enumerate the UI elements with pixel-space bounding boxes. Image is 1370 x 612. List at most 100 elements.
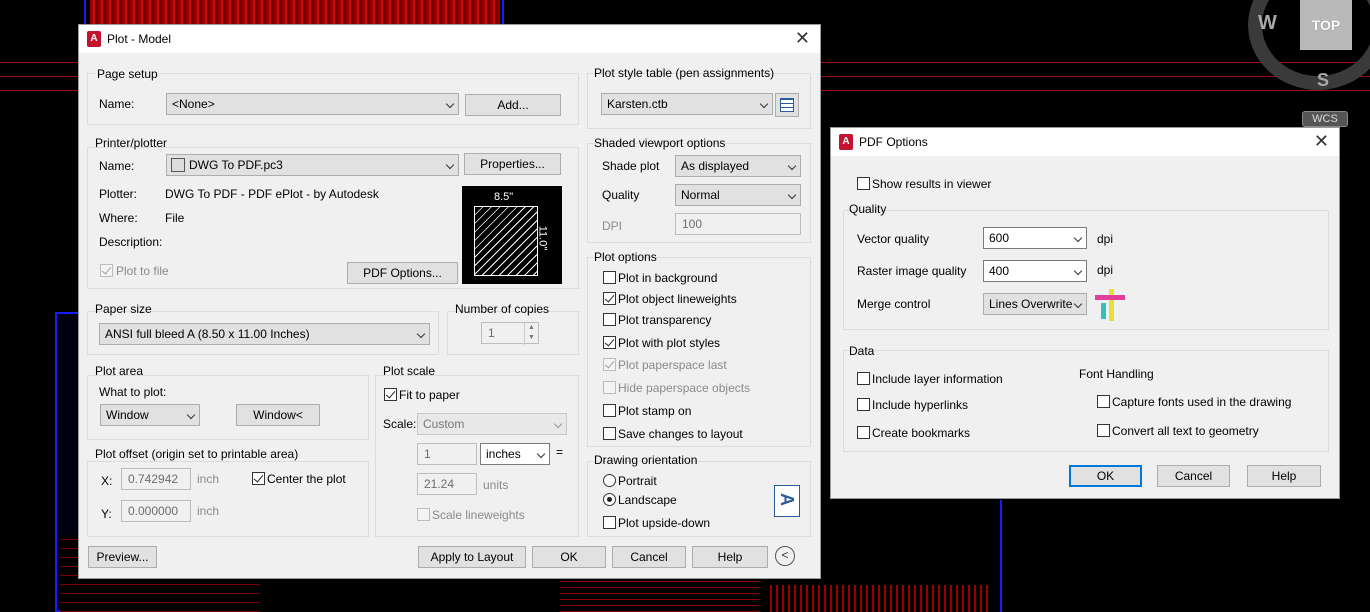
plot-options-group — [587, 257, 811, 447]
dpi-value: 100 — [682, 217, 703, 231]
save-changes-checkbox[interactable] — [603, 427, 616, 440]
wcs-menu[interactable]: WCS — [1302, 111, 1348, 127]
plotter-value: DWG To PDF - PDF ePlot - by Autodesk — [165, 187, 379, 201]
shade-plot-dropdown[interactable]: As displayed — [675, 155, 801, 177]
hide-paperspace-label: Hide paperspace objects — [618, 381, 751, 395]
offset-x-input[interactable]: 0.742942 — [121, 468, 191, 490]
printer-label: Printer/plotter — [95, 136, 168, 150]
pdf-dialog-title: PDF Options — [859, 135, 928, 149]
scale-lineweights-label: Scale lineweights — [432, 508, 525, 522]
window-pick-button[interactable]: Window< — [236, 404, 320, 426]
pdf-options-button[interactable]: PDF Options... — [347, 262, 458, 284]
chevron-down-icon — [1073, 266, 1083, 276]
plot-transparency-checkbox[interactable] — [603, 313, 616, 326]
chevron-down-icon — [787, 190, 797, 200]
plot-styles-label: Plot with plot styles — [618, 336, 721, 350]
printer-name-value: DWG To PDF.pc3 — [189, 158, 283, 172]
pdf-cancel-button[interactable]: Cancel — [1157, 465, 1230, 487]
viewcube-west-label[interactable]: W — [1258, 12, 1277, 35]
page-setup-name-dropdown[interactable]: <None> — [166, 93, 459, 115]
paper-size-dropdown[interactable]: ANSI full bleed A (8.50 x 11.00 Inches) — [99, 323, 430, 345]
less-options-button[interactable]: < — [775, 546, 795, 566]
edit-plot-style-button[interactable] — [775, 93, 799, 117]
pdf-help-button[interactable]: Help — [1247, 465, 1321, 487]
offset-y-unit: inch — [197, 504, 220, 518]
plot-background-checkbox[interactable] — [603, 271, 616, 284]
fit-to-paper-checkbox[interactable] — [384, 388, 397, 401]
offset-y-input[interactable]: 0.000000 — [121, 500, 191, 522]
plot-style-label: Plot style table (pen assignments) — [594, 66, 775, 80]
plot-styles-checkbox[interactable] — [603, 336, 616, 349]
autocad-app-icon: A — [87, 31, 101, 47]
plot-cancel-button[interactable]: Cancel — [612, 546, 686, 568]
scale-numerator-input[interactable]: 1 — [417, 443, 477, 465]
close-icon[interactable]: ✕ — [795, 29, 810, 47]
capture-fonts-checkbox[interactable] — [1097, 395, 1110, 408]
scale-denominator-unit: units — [483, 478, 509, 492]
pdf-quality-label: Quality — [849, 202, 887, 216]
plot-style-dropdown[interactable]: Karsten.ctb — [601, 93, 773, 115]
raster-quality-value: 400 — [989, 264, 1010, 278]
quality-dropdown[interactable]: Normal — [675, 184, 801, 206]
convert-text-label: Convert all text to geometry — [1112, 424, 1259, 438]
scale-denominator-input[interactable]: 21.24 — [417, 473, 477, 495]
autocad-app-icon: A — [839, 134, 853, 150]
where-value: File — [165, 211, 185, 225]
raster-quality-dropdown[interactable]: 400 — [983, 260, 1087, 282]
preview-button[interactable]: Preview... — [88, 546, 157, 568]
include-layer-checkbox[interactable] — [857, 372, 870, 385]
add-page-setup-button[interactable]: Add... — [465, 94, 561, 116]
capture-fonts-label: Capture fonts used in the drawing — [1112, 395, 1292, 409]
copies-input[interactable]: 1 ▲ ▼ — [481, 322, 539, 345]
offset-x-label: X: — [101, 474, 113, 488]
what-to-plot-dropdown[interactable]: Window — [100, 404, 200, 426]
vector-quality-label: Vector quality — [857, 232, 930, 246]
create-bookmarks-checkbox[interactable] — [857, 426, 870, 439]
plot-to-file-checkbox[interactable] — [100, 264, 113, 277]
scale-lineweights-checkbox[interactable] — [417, 508, 430, 521]
plot-lineweights-checkbox[interactable] — [603, 292, 616, 305]
hide-paperspace-checkbox[interactable] — [603, 381, 616, 394]
paperspace-last-checkbox[interactable] — [603, 358, 616, 371]
paper-size-label: Paper size — [95, 302, 152, 316]
plot-stamp-checkbox[interactable] — [603, 404, 616, 417]
create-bookmarks-label: Create bookmarks — [872, 426, 971, 440]
copies-spinner[interactable]: ▲ ▼ — [524, 323, 538, 345]
landscape-radio[interactable] — [603, 493, 616, 506]
chevron-down-icon — [186, 410, 196, 420]
properties-button[interactable]: Properties... — [464, 153, 561, 175]
what-to-plot-label: What to plot: — [99, 385, 167, 399]
apply-to-layout-button[interactable]: Apply to Layout — [418, 546, 526, 568]
quality-label: Quality — [602, 188, 640, 202]
plot-ok-button[interactable]: OK — [532, 546, 606, 568]
scale-dropdown[interactable]: Custom — [417, 413, 567, 435]
pdf-ok-button[interactable]: OK — [1069, 465, 1142, 487]
save-changes-label: Save changes to layout — [618, 427, 743, 441]
spin-down-icon: ▼ — [528, 334, 535, 341]
fit-to-paper-label: Fit to paper — [399, 388, 460, 402]
include-hyperlinks-checkbox[interactable] — [857, 398, 870, 411]
scale-unit-dropdown[interactable]: inches — [480, 443, 550, 465]
plot-to-file-label: Plot to file — [116, 264, 169, 278]
convert-text-checkbox[interactable] — [1097, 424, 1110, 437]
plot-style-value: Karsten.ctb — [607, 97, 668, 111]
upside-down-checkbox[interactable] — [603, 516, 616, 529]
merge-control-dropdown[interactable]: Lines Overwrite — [983, 293, 1087, 315]
cad-text-bottom — [560, 580, 760, 612]
center-plot-checkbox[interactable] — [252, 472, 265, 485]
portrait-radio[interactable] — [603, 474, 616, 487]
pdf-dialog-titlebar[interactable]: A PDF Options ✕ — [831, 128, 1339, 156]
copies-value: 1 — [488, 326, 495, 340]
close-icon[interactable]: ✕ — [1314, 132, 1329, 150]
viewcube-top-face[interactable]: TOP — [1300, 0, 1352, 50]
vector-quality-dropdown[interactable]: 600 — [983, 227, 1087, 249]
chevron-down-icon — [1073, 299, 1083, 309]
printer-name-dropdown[interactable]: DWG To PDF.pc3 — [166, 154, 459, 176]
upside-down-label: Plot upside-down — [618, 516, 711, 530]
plot-stamp-label: Plot stamp on — [618, 404, 692, 418]
show-results-checkbox[interactable] — [857, 177, 870, 190]
plot-help-button[interactable]: Help — [692, 546, 768, 568]
viewcube-south-label[interactable]: S — [1317, 70, 1329, 91]
dpi-input[interactable]: 100 — [675, 213, 801, 235]
plot-dialog-titlebar[interactable]: A Plot - Model ✕ — [79, 25, 820, 53]
